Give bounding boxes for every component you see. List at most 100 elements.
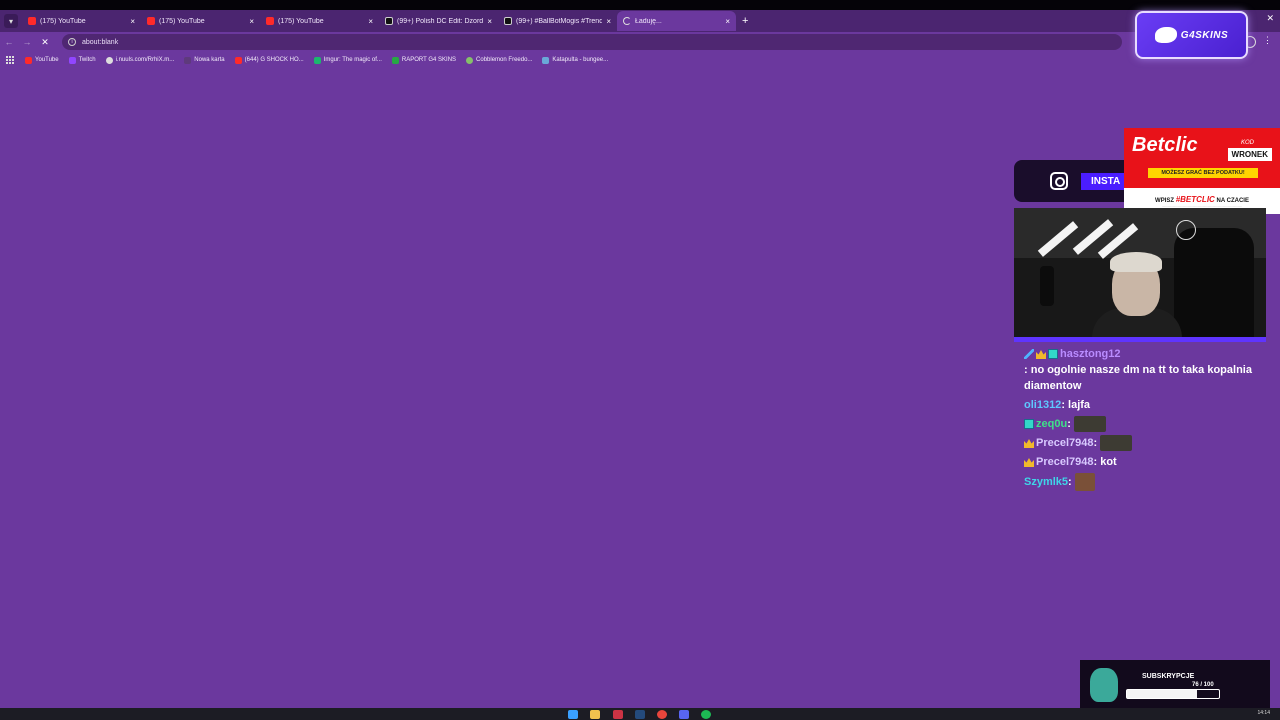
- bookmark-item[interactable]: Imgur: The magic of...: [313, 56, 382, 64]
- tab-title: (99+) #BallBotMogis #Trending: [516, 17, 603, 25]
- tab-title: (175) YouTube: [159, 17, 205, 25]
- youtube-icon: [147, 17, 155, 25]
- discord-icon[interactable]: [679, 710, 689, 719]
- tab-6[interactable]: Ładuję... ×: [617, 11, 736, 31]
- mascot-icon: [1090, 668, 1118, 702]
- forward-arrow-icon[interactable]: →: [18, 37, 36, 47]
- bookmark-item[interactable]: YouTube: [25, 56, 59, 64]
- chat-text: :: [1067, 418, 1071, 430]
- tab-bar: ▾ (175) YouTube × (175) YouTube × (175) YouT…: [0, 10, 1280, 32]
- bookmark-item[interactable]: Twitch: [68, 56, 96, 64]
- tab-close-icon[interactable]: ×: [487, 17, 492, 26]
- new-tab-button[interactable]: +: [742, 15, 748, 27]
- tab-close-icon[interactable]: ×: [130, 17, 135, 26]
- chrome-icon[interactable]: [657, 710, 667, 719]
- bookmark-favicon-icon: [184, 56, 192, 64]
- chat-message: Szymlk5:: [1024, 473, 1254, 491]
- youtube-icon: [266, 17, 274, 25]
- chat-message: zeq0u:: [1024, 416, 1254, 432]
- tab-close-icon[interactable]: ×: [368, 17, 373, 26]
- back-arrow-icon[interactable]: ←: [0, 37, 18, 47]
- chat-username[interactable]: Szymlk5: [1024, 474, 1068, 490]
- tab-search-button[interactable]: ▾: [4, 14, 18, 28]
- betclic-ad: Betclic KOD WRONEK MOŻESZ GRAĆ BEZ PODAT…: [1124, 128, 1280, 214]
- betclic-kod-label: KOD: [1240, 140, 1254, 146]
- bookmark-label: RAPORT G4 SKINS: [401, 57, 457, 63]
- bookmark-favicon-icon: [68, 56, 76, 64]
- site-info-icon[interactable]: i: [68, 38, 76, 46]
- subs-count: 76 / 100: [1192, 682, 1214, 688]
- webcam-accent-bar: [1014, 337, 1266, 342]
- bookmark-label: Katapulta - bungee...: [552, 57, 609, 63]
- crown-badge-icon: [1036, 350, 1046, 359]
- bookmark-favicon-icon: [25, 56, 32, 64]
- crown-badge-icon: [1024, 458, 1034, 467]
- tab-1[interactable]: (175) YouTube ×: [22, 11, 141, 31]
- tab-title: (175) YouTube: [40, 17, 86, 25]
- subscriptions-widget: SUBSKRYPCJE 76 / 100: [1080, 660, 1270, 708]
- tab-close-icon[interactable]: ×: [606, 17, 611, 26]
- sword-badge-icon: [1024, 349, 1034, 359]
- chat-emote-icon: [1074, 473, 1095, 491]
- chat-text: :: [1093, 437, 1098, 449]
- bookmark-label: Twitch: [78, 57, 96, 63]
- betclic-cta: WPISZ #BETCLIC NA CZACIE: [1155, 194, 1249, 204]
- bookmark-item[interactable]: i.nuuls.com/RrhiX.m...: [105, 56, 175, 64]
- taskbar: 14:14: [0, 708, 1280, 720]
- tab-close-icon[interactable]: ×: [725, 17, 730, 26]
- tiktok-icon: [385, 17, 393, 25]
- bookmark-item[interactable]: (644) G SHOCK HO...: [234, 56, 304, 64]
- bookmark-item[interactable]: Nowa karta: [184, 56, 225, 64]
- bookmark-favicon-icon: [391, 56, 399, 64]
- subs-progress-fill: [1127, 690, 1197, 698]
- chat-username[interactable]: Precel7948: [1036, 454, 1094, 470]
- tab-close-icon[interactable]: ×: [249, 17, 254, 26]
- bookmark-favicon-icon: [105, 56, 113, 64]
- browser-menu-icon[interactable]: ⋮: [1263, 35, 1272, 46]
- tab-2[interactable]: (175) YouTube ×: [141, 11, 260, 31]
- tiktok-icon: [504, 17, 512, 25]
- betclic-fine-print: ........................................…: [1161, 203, 1242, 208]
- betclic-promo-code: WRONEK: [1227, 148, 1272, 161]
- bookmark-label: Cobblemon Freedo...: [476, 57, 533, 63]
- address-input[interactable]: i about:blank: [62, 34, 1122, 50]
- steam-icon[interactable]: [635, 710, 645, 719]
- tab-3[interactable]: (175) YouTube ×: [260, 11, 379, 31]
- tab-4[interactable]: (99+) Polish DC Edit: Dzordzo I×: [379, 11, 498, 31]
- apps-grid-icon[interactable]: [6, 55, 15, 65]
- stop-loading-icon[interactable]: ✕: [36, 37, 54, 48]
- address-bar-row: ← → ✕ i about:blank: [0, 32, 1280, 52]
- subs-title: SUBSKRYPCJE: [1142, 673, 1195, 680]
- bookmark-label: Imgur: The magic of...: [323, 57, 382, 63]
- bookmark-favicon-icon: [313, 56, 321, 64]
- chat-username[interactable]: zeq0u: [1036, 416, 1067, 432]
- instagram-banner: INSTA: [1014, 160, 1134, 202]
- spotify-icon[interactable]: [701, 710, 711, 719]
- loading-icon: [623, 17, 631, 25]
- chat-message: oli1312: lajfa: [1024, 397, 1254, 413]
- bookmark-item[interactable]: Cobblemon Freedo...: [466, 56, 533, 64]
- crown-badge-icon: [1024, 439, 1034, 448]
- app-icon[interactable]: [613, 710, 623, 719]
- chat-username[interactable]: oli1312: [1024, 397, 1061, 413]
- bookmark-item[interactable]: Katapulta - bungee...: [542, 56, 609, 64]
- instagram-icon: [1050, 172, 1068, 190]
- wall-logo-icon: [1176, 220, 1196, 240]
- chat-emote-icon: [1100, 435, 1133, 451]
- chat-username[interactable]: Precel7948: [1036, 435, 1094, 451]
- file-explorer-icon[interactable]: [590, 710, 600, 719]
- tab-5[interactable]: (99+) #BallBotMogis #Trending×: [498, 11, 617, 31]
- clock-time: 14:14: [1257, 710, 1270, 716]
- webcam-feed: [1014, 208, 1266, 342]
- logo-text: G4SKINS: [1180, 29, 1229, 41]
- window-close-icon[interactable]: ✕: [1266, 13, 1274, 24]
- bookmark-label: YouTube: [35, 57, 59, 63]
- windows-start-icon[interactable]: [568, 710, 578, 719]
- bookmark-item[interactable]: RAPORT G4 SKINS: [391, 56, 457, 64]
- bookmark-label: (644) G SHOCK HO...: [244, 57, 304, 63]
- bookmark-label: i.nuuls.com/RrhiX.m...: [115, 57, 175, 63]
- chat-message: hasztong12: no ogolnie nasze dm na tt to…: [1024, 346, 1254, 394]
- chat-text: : kot: [1093, 456, 1117, 468]
- chat-message: Precel7948:: [1024, 435, 1254, 451]
- chat-username[interactable]: hasztong12: [1060, 346, 1121, 362]
